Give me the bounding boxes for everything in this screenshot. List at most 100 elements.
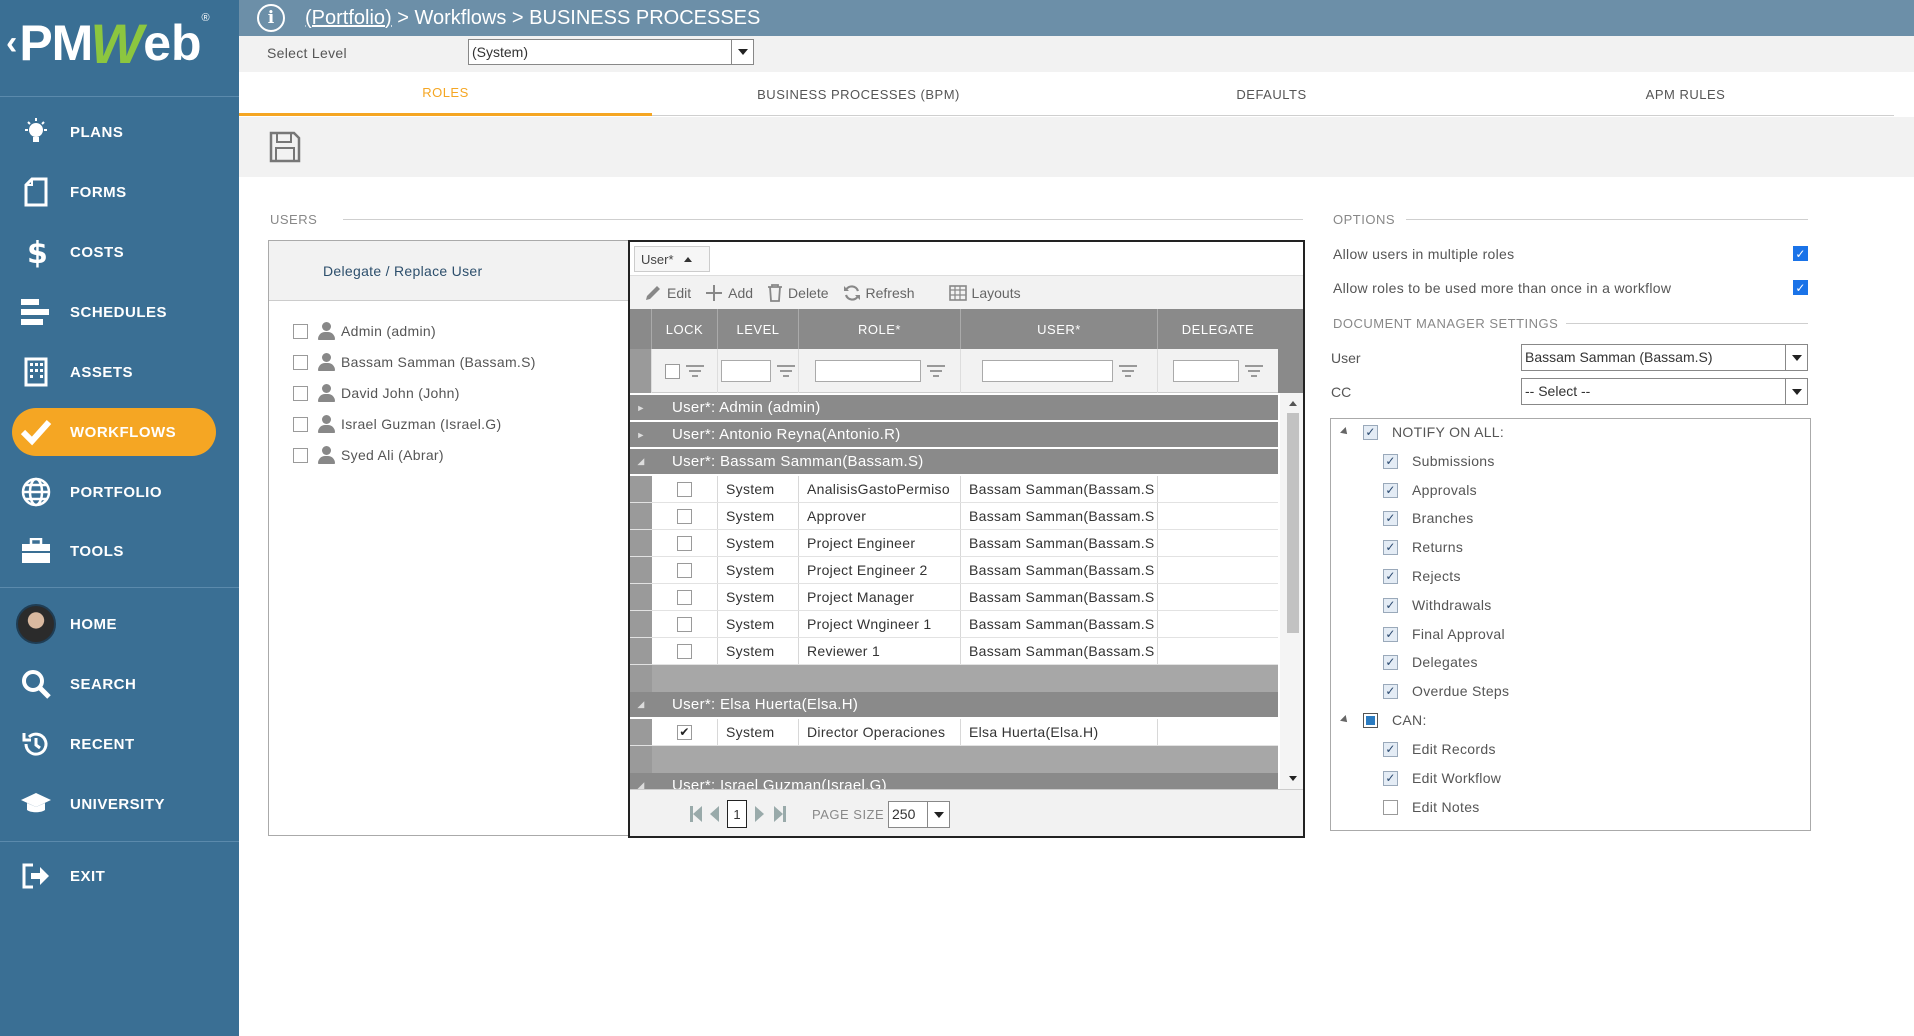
lock-checkbox[interactable] <box>677 481 692 497</box>
tree-checkbox[interactable] <box>1383 799 1398 815</box>
delete-button[interactable]: Delete <box>767 283 829 302</box>
lock-checkbox[interactable] <box>677 508 692 524</box>
tab-business-processes[interactable]: BUSINESS PROCESSES (BPM) <box>652 72 1065 116</box>
tree-node-withdrawals[interactable]: ✓ Withdrawals <box>1383 594 1492 616</box>
layouts-button[interactable]: Layouts <box>948 285 1021 301</box>
tree-node-branches[interactable]: ✓ Branches <box>1383 507 1474 529</box>
group-row[interactable]: ◢ User*: Bassam Samman(Bassam.S) <box>630 449 1278 474</box>
table-row[interactable]: System Approver Bassam Samman(Bassam.S <box>630 503 1278 530</box>
user-checkbox[interactable] <box>293 416 308 432</box>
sidebar-item-schedules[interactable]: SCHEDULES <box>12 288 216 336</box>
sidebar-item-university[interactable]: UNIVERSITY <box>12 780 216 828</box>
tree-node-overdue-steps[interactable]: ✓ Overdue Steps <box>1383 680 1509 702</box>
sidebar-item-portfolio[interactable]: PORTFOLIO <box>12 468 216 516</box>
tab-roles[interactable]: ROLES <box>239 72 652 116</box>
tree-collapse-icon[interactable] <box>1340 427 1350 437</box>
sidebar-item-tools[interactable]: TOOLS <box>12 527 216 575</box>
filter-icon[interactable] <box>1118 365 1137 377</box>
sidebar-item-plans[interactable]: PLANS <box>12 108 216 156</box>
lock-checkbox-checked[interactable]: ✔ <box>677 724 692 740</box>
breadcrumb-portfolio-link[interactable]: (Portfolio) <box>305 7 392 29</box>
can-partial-checkbox[interactable] <box>1363 712 1378 728</box>
tree-collapse-icon[interactable] <box>1340 715 1350 725</box>
sidebar-item-home[interactable]: HOME <box>12 600 216 648</box>
table-row[interactable]: System Project Wngineer 1 Bassam Samman(Ba… <box>630 611 1278 638</box>
sidebar-item-exit[interactable]: EXIT <box>12 852 216 900</box>
tree-node-final-approval[interactable]: ✓ Final Approval <box>1383 623 1505 645</box>
prev-page-icon[interactable] <box>710 806 719 822</box>
save-icon[interactable] <box>269 131 301 163</box>
back-chevron-icon[interactable]: ‹ <box>6 24 17 63</box>
last-page-icon[interactable] <box>774 806 786 822</box>
table-row[interactable]: System AnalisisGastoPermiso Bassam Samman(… <box>630 476 1278 503</box>
tree-checkbox[interactable]: ✓ <box>1383 741 1398 757</box>
scroll-thumb[interactable] <box>1287 413 1299 633</box>
chevron-down-icon[interactable] <box>1785 379 1807 404</box>
dm-cc-dropdown[interactable]: -- Select -- <box>1521 378 1808 405</box>
user-checkbox[interactable] <box>293 354 308 370</box>
group-row[interactable]: ◢ User*: Elsa Huerta(Elsa.H) <box>630 692 1278 717</box>
user-checkbox[interactable] <box>293 323 308 339</box>
sidebar-item-assets[interactable]: ASSETS <box>12 348 216 396</box>
expand-icon[interactable]: ► <box>630 403 652 413</box>
tab-defaults[interactable]: DEFAULTS <box>1065 72 1478 116</box>
sidebar-item-costs[interactable]: $ COSTS <box>12 228 216 276</box>
sidebar-item-workflows[interactable]: WORKFLOWS <box>12 408 216 456</box>
user-list-item[interactable]: Syed Ali (Abrar) <box>293 443 444 467</box>
lock-filter-checkbox[interactable] <box>665 363 680 379</box>
delegate-replace-user-button[interactable]: Delegate / Replace User <box>269 241 629 301</box>
sidebar-item-recent[interactable]: RECENT <box>12 720 216 768</box>
edit-button[interactable]: Edit <box>644 284 691 302</box>
tree-node-edit-notes[interactable]: Edit Notes <box>1383 796 1480 818</box>
next-page-icon[interactable] <box>755 806 764 822</box>
column-header-level[interactable]: LEVEL <box>718 309 799 349</box>
roles-more-than-once-checkbox[interactable]: ✓ <box>1793 280 1808 295</box>
tree-node-submissions[interactable]: ✓ Submissions <box>1383 450 1495 472</box>
tree-checkbox[interactable]: ✓ <box>1383 539 1398 555</box>
group-by-user-chip[interactable]: User* <box>634 246 710 272</box>
user-list-item[interactable]: Bassam Samman (Bassam.S) <box>293 350 536 374</box>
multiple-roles-checkbox[interactable]: ✓ <box>1793 246 1808 261</box>
user-filter-input[interactable] <box>981 360 1113 382</box>
tree-node-delegates[interactable]: ✓ Delegates <box>1383 651 1478 673</box>
tree-node-can[interactable]: CAN: <box>1340 709 1427 731</box>
tree-checkbox[interactable]: ✓ <box>1383 568 1398 584</box>
tree-checkbox[interactable]: ✓ <box>1383 770 1398 786</box>
collapse-icon[interactable]: ◢ <box>630 699 652 710</box>
role-filter-input[interactable] <box>814 360 921 382</box>
info-icon[interactable]: i <box>257 4 285 32</box>
chevron-down-icon[interactable] <box>731 40 753 64</box>
tree-node-approvals[interactable]: ✓ Approvals <box>1383 479 1477 501</box>
tab-apm-rules[interactable]: APM RULES <box>1479 72 1892 116</box>
lock-checkbox[interactable] <box>677 562 692 578</box>
user-checkbox[interactable] <box>293 447 308 463</box>
filter-icon[interactable] <box>777 365 795 377</box>
tree-checkbox[interactable]: ✓ <box>1383 510 1398 526</box>
tree-checkbox[interactable]: ✓ <box>1383 453 1398 469</box>
tree-node-edit-records[interactable]: ✓ Edit Records <box>1383 738 1496 760</box>
filter-icon[interactable] <box>926 365 945 377</box>
table-row[interactable]: System Reviewer 1 Bassam Samman(Bassam.S <box>630 638 1278 665</box>
refresh-button[interactable]: Refresh <box>843 284 915 302</box>
table-row[interactable]: System Project Engineer 2 Bassam Samman(Ba… <box>630 557 1278 584</box>
user-list-item[interactable]: David John (John) <box>293 381 460 405</box>
column-header-lock[interactable]: LOCK <box>652 309 718 349</box>
level-filter-input[interactable] <box>721 360 771 382</box>
sidebar-item-search[interactable]: SEARCH <box>12 660 216 708</box>
tree-checkbox[interactable]: ✓ <box>1383 626 1398 642</box>
group-row[interactable]: ► User*: Antonio Reyna(Antonio.R) <box>630 422 1278 447</box>
user-list-item[interactable]: Admin (admin) <box>293 319 436 343</box>
tree-node-edit-workflow[interactable]: ✓ Edit Workflow <box>1383 767 1501 789</box>
add-button[interactable]: Add <box>705 284 753 302</box>
lock-checkbox[interactable] <box>677 535 692 551</box>
tree-node-returns[interactable]: ✓ Returns <box>1383 536 1463 558</box>
select-level-dropdown[interactable]: (System) <box>468 39 754 65</box>
chevron-down-icon[interactable] <box>927 802 949 827</box>
filter-icon[interactable] <box>686 365 704 377</box>
column-header-delegate[interactable]: DELEGATE <box>1158 309 1278 349</box>
user-checkbox[interactable] <box>293 385 308 401</box>
collapse-icon[interactable]: ◢ <box>630 456 652 467</box>
tree-checkbox[interactable]: ✓ <box>1383 597 1398 613</box>
lock-checkbox[interactable] <box>677 616 692 632</box>
page-size-dropdown[interactable]: 250 <box>888 801 950 828</box>
